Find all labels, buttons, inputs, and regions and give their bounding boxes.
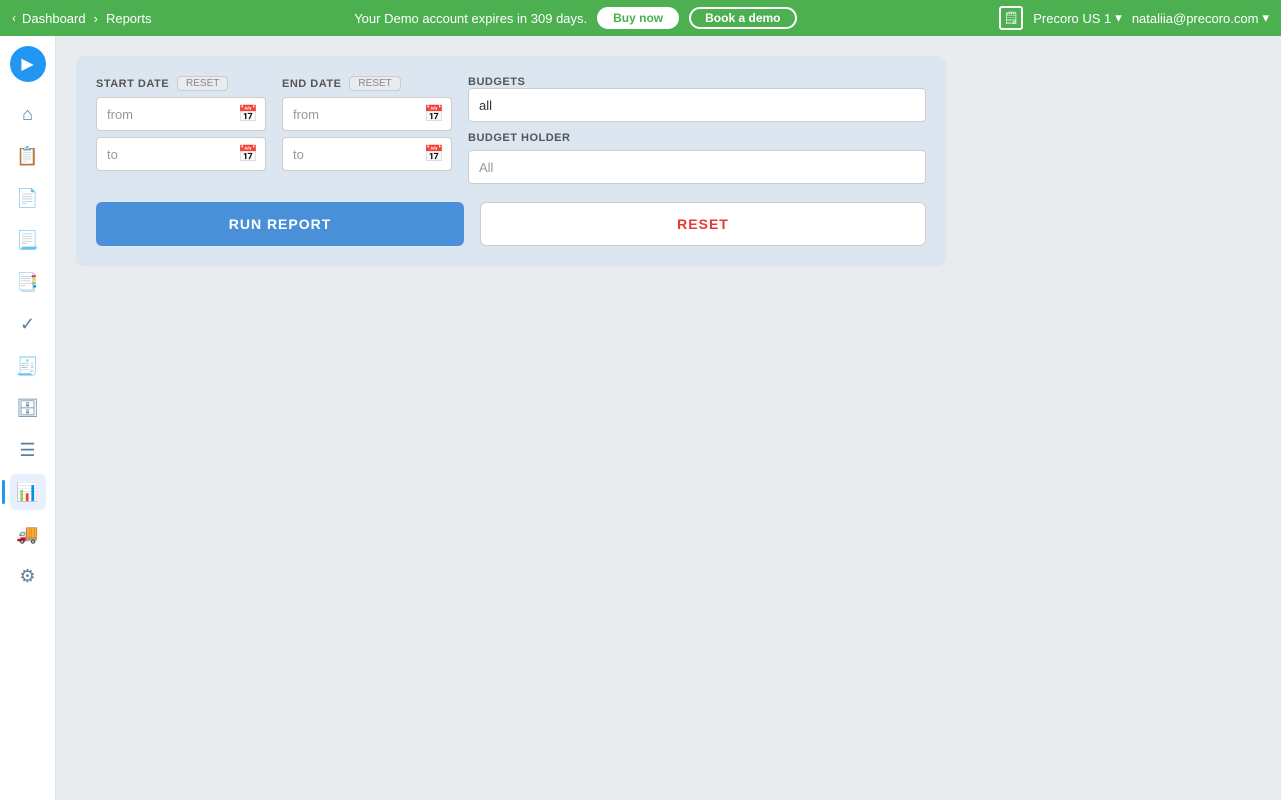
start-date-to-wrapper: 📅 (96, 137, 266, 171)
approvals-icon: ✓ (20, 314, 35, 335)
app-logo[interactable]: ▶ (10, 46, 46, 82)
nav-dashboard[interactable]: Dashboard (22, 11, 86, 26)
user-chevron-icon: ▾ (1262, 10, 1269, 26)
invoices-icon: 📃 (16, 230, 38, 251)
org-selector[interactable]: Precoro US 1 ▾ (1033, 10, 1122, 26)
end-date-from-wrapper: 📅 (282, 97, 452, 131)
sidebar-item-list[interactable]: ☰ (10, 432, 46, 468)
connections-icon: ⚙ (19, 566, 35, 587)
start-date-group: START DATE RESET 📅 📅 (96, 76, 266, 171)
sidebar-item-purchase-orders[interactable]: 📋 (10, 138, 46, 174)
back-arrow-icon: ‹ (12, 11, 16, 25)
documents-icon: 📄 (16, 188, 38, 209)
sidebar-item-requests[interactable]: 📑 (10, 264, 46, 300)
sidebar-item-approvals[interactable]: ✓ (10, 306, 46, 342)
sidebar-item-reports[interactable]: 📊 (10, 474, 46, 510)
reports-icon: 📊 (16, 482, 38, 503)
org-name: Precoro US 1 (1033, 11, 1111, 26)
storage-icon: 🗄 (16, 398, 39, 419)
end-date-from-input[interactable] (282, 97, 452, 131)
budget-holder-label: BUDGET HOLDER (468, 132, 926, 144)
sidebar: ▶ ⌂ 📋 📄 📃 📑 ✓ 🧾 🗄 ☰ 📊 🚚 ⚙ (0, 36, 56, 800)
end-date-group: END DATE RESET 📅 📅 (282, 76, 452, 171)
home-icon: ⌂ (22, 104, 33, 125)
receipts-icon: 🧾 (16, 356, 38, 377)
run-report-button[interactable]: RUN REPORT (96, 202, 464, 246)
end-date-to-input[interactable] (282, 137, 452, 171)
start-date-from-wrapper: 📅 (96, 97, 266, 131)
requests-icon: 📑 (16, 272, 38, 293)
reset-button[interactable]: RESET (480, 202, 926, 246)
start-date-from-input[interactable] (96, 97, 266, 131)
list-icon: ☰ (19, 440, 35, 461)
start-date-label: START DATE RESET (96, 76, 266, 91)
buy-now-button[interactable]: Buy now (597, 7, 679, 29)
sidebar-item-storage[interactable]: 🗄 (10, 390, 46, 426)
delivery-icon: 🚚 (16, 524, 38, 545)
chevron-down-icon: ▾ (1115, 10, 1122, 26)
budgets-input[interactable] (468, 88, 926, 122)
user-email-text: nataliia@precoro.com (1132, 11, 1259, 26)
end-date-reset-button[interactable]: RESET (349, 76, 400, 91)
notification-icon[interactable]: 🗒 (999, 6, 1023, 30)
demo-message: Your Demo account expires in 309 days. (354, 11, 587, 26)
budgets-label: BUDGETS (468, 76, 926, 88)
sidebar-item-receipts[interactable]: 🧾 (10, 348, 46, 384)
report-filter-card: START DATE RESET 📅 📅 END DATE RESET (76, 56, 946, 266)
nav-reports[interactable]: Reports (106, 11, 152, 26)
breadcrumb: ‹ Dashboard › Reports (12, 11, 151, 26)
topbar-right: 🗒 Precoro US 1 ▾ nataliia@precoro.com ▾ (999, 6, 1269, 30)
main-content: START DATE RESET 📅 📅 END DATE RESET (56, 36, 1281, 800)
topbar: ‹ Dashboard › Reports Your Demo account … (0, 0, 1281, 36)
start-date-to-input[interactable] (96, 137, 266, 171)
budgets-section: BUDGETS BUDGET HOLDER All (468, 76, 926, 184)
end-date-label: END DATE RESET (282, 76, 452, 91)
sidebar-item-invoices[interactable]: 📃 (10, 222, 46, 258)
actions-row: RUN REPORT RESET (96, 202, 926, 246)
start-date-reset-button[interactable]: RESET (177, 76, 228, 91)
budget-holder-select[interactable]: All (468, 150, 926, 184)
sidebar-item-home[interactable]: ⌂ (10, 96, 46, 132)
filters-row: START DATE RESET 📅 📅 END DATE RESET (96, 76, 926, 184)
end-date-to-wrapper: 📅 (282, 137, 452, 171)
sidebar-item-connections[interactable]: ⚙ (10, 558, 46, 594)
topbar-center: Your Demo account expires in 309 days. B… (159, 7, 991, 29)
sidebar-item-documents[interactable]: 📄 (10, 180, 46, 216)
user-email-selector[interactable]: nataliia@precoro.com ▾ (1132, 10, 1269, 26)
purchase-orders-icon: 📋 (16, 146, 38, 167)
sidebar-item-delivery[interactable]: 🚚 (10, 516, 46, 552)
play-icon: ▶ (21, 54, 33, 74)
book-demo-button[interactable]: Book a demo (689, 7, 796, 29)
